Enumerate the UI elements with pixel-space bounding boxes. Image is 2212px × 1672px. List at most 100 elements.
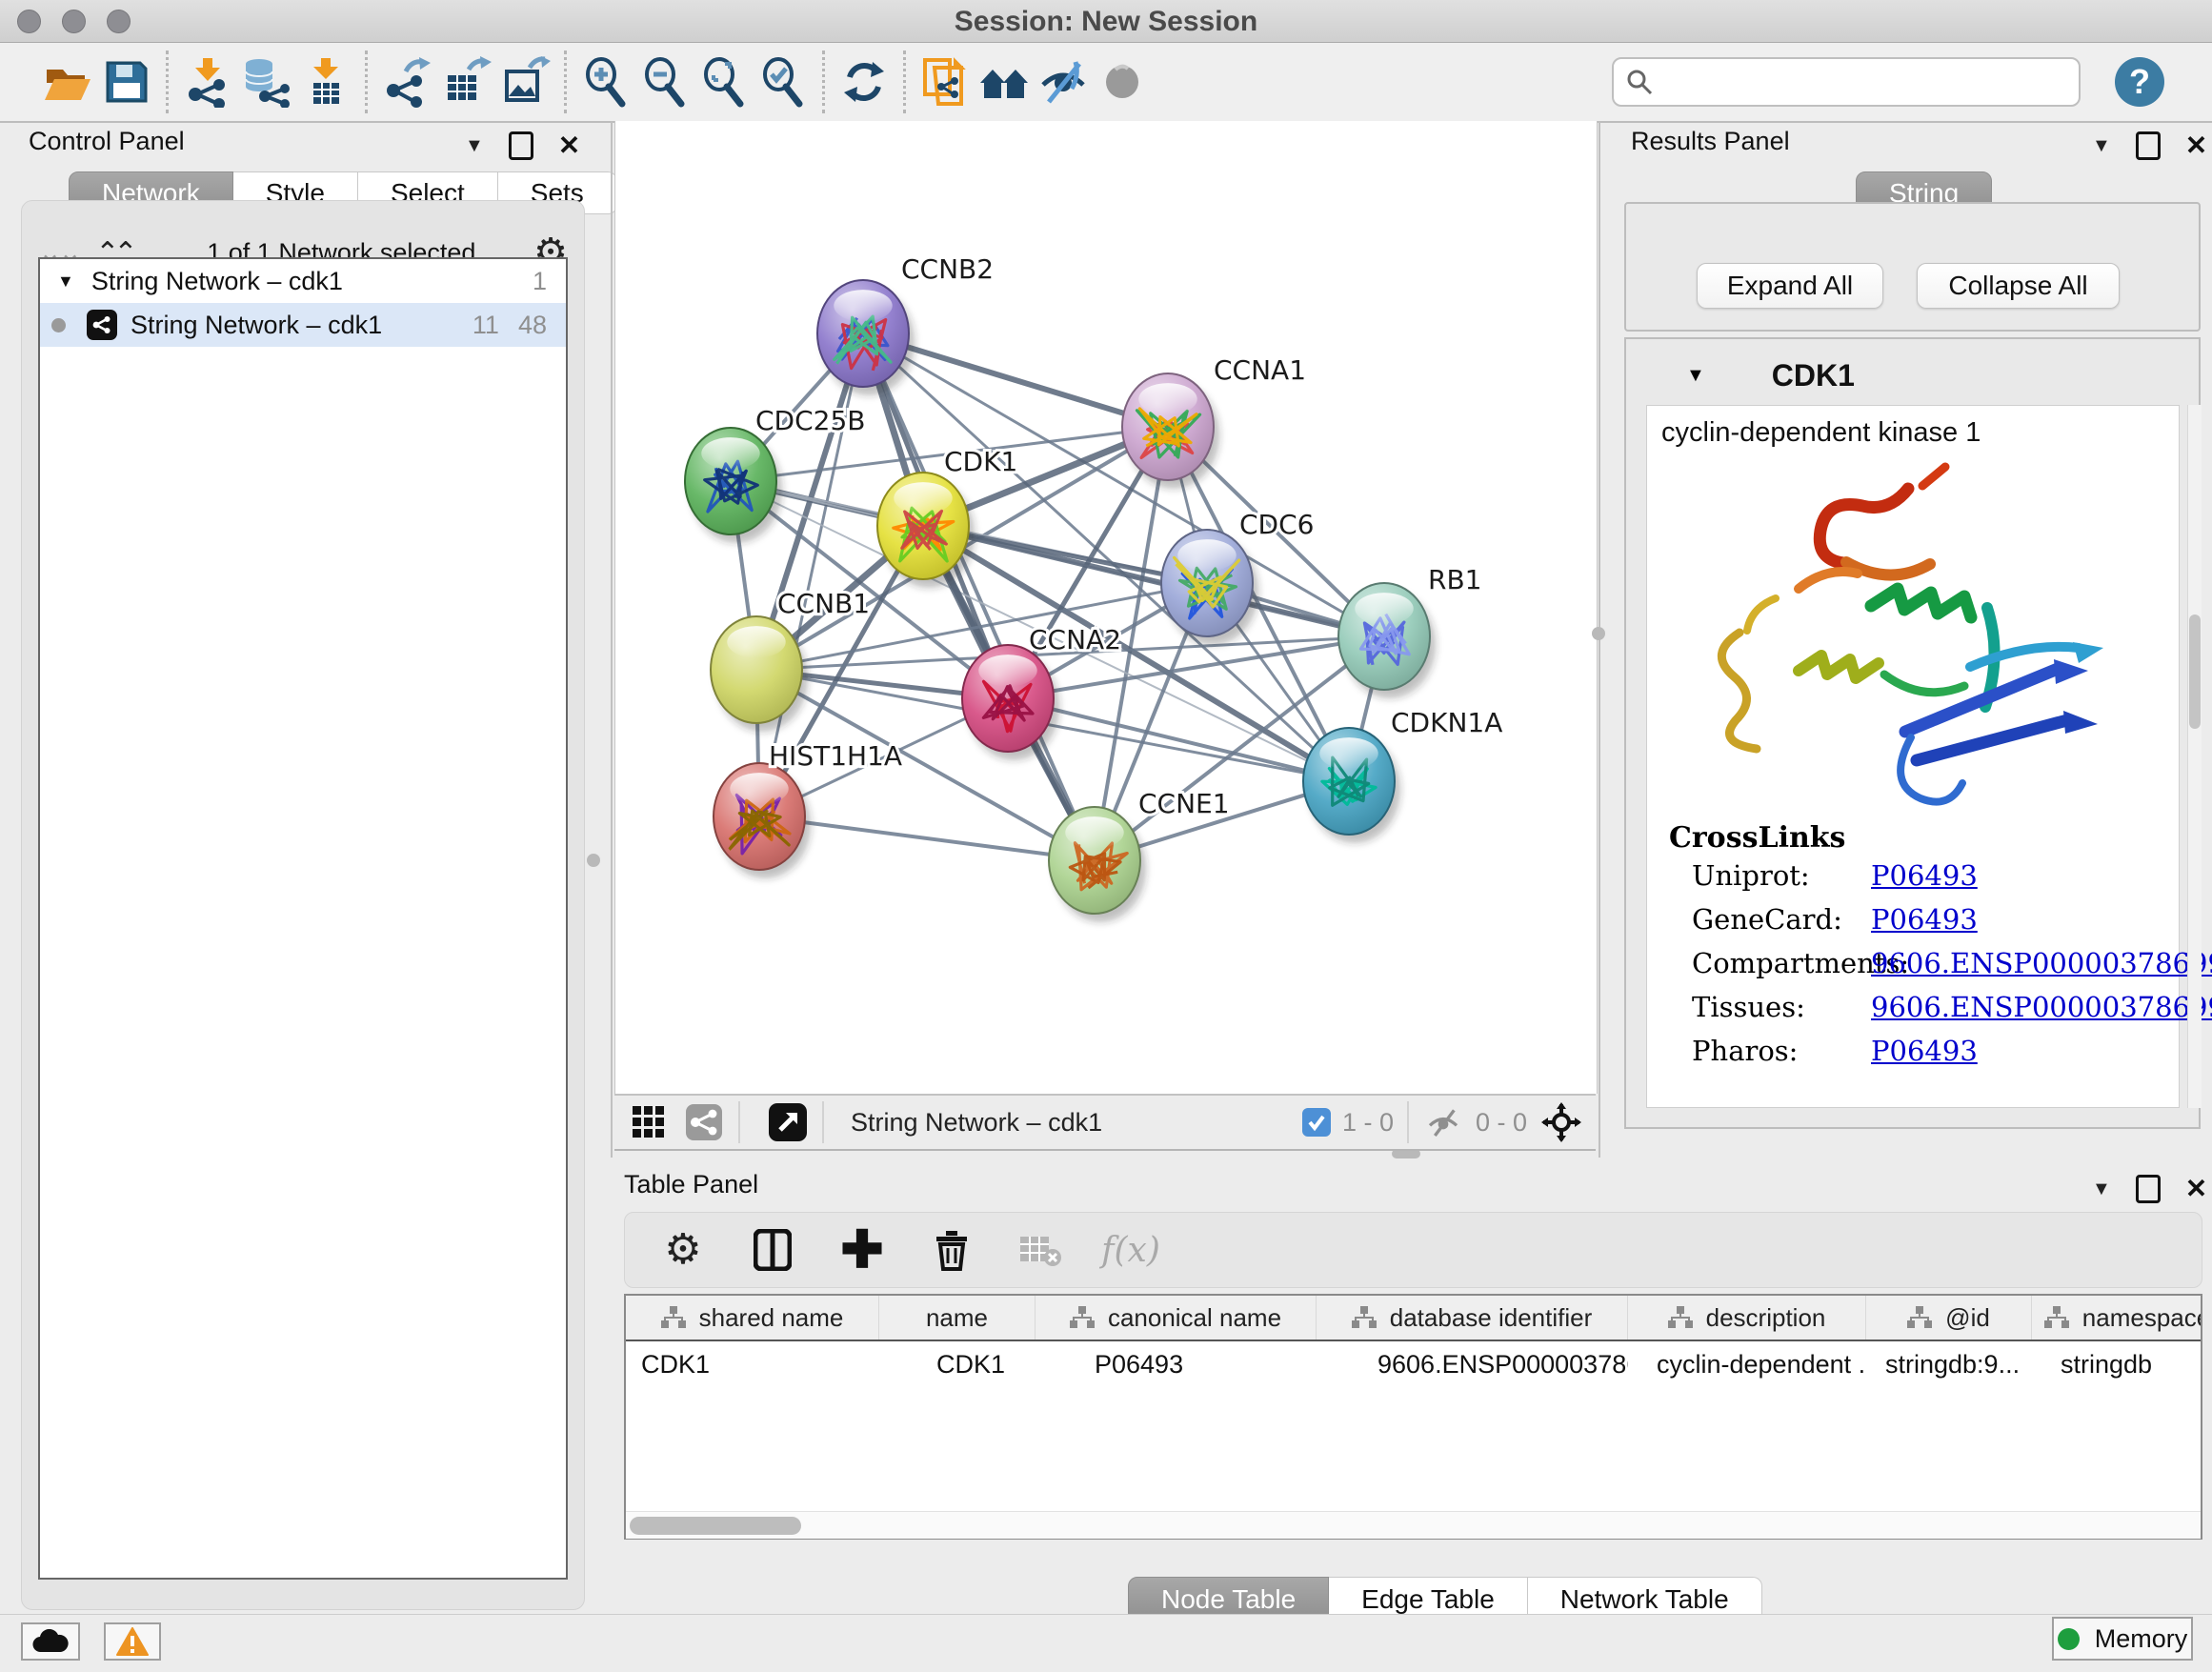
column-type-icon: [1668, 1306, 1693, 1329]
close-panel-icon[interactable]: ✕: [558, 136, 580, 155]
grid-view-icon[interactable]: [628, 1101, 670, 1143]
hide-selected-button[interactable]: [1034, 52, 1093, 111]
birds-eye-view-icon[interactable]: [767, 1101, 809, 1143]
table-options-gear-icon[interactable]: ⚙: [659, 1226, 707, 1274]
warnings-button[interactable]: [104, 1622, 161, 1661]
left-splitter[interactable]: [611, 121, 613, 1158]
network-share-view-icon[interactable]: [683, 1101, 725, 1143]
toolbar-separator: [564, 50, 567, 113]
table-scrollbar-thumb[interactable]: [630, 1517, 801, 1535]
collapse-panel-icon[interactable]: ▼: [465, 135, 484, 157]
node-label: CDK1: [944, 446, 1017, 477]
column-type-icon: [1352, 1306, 1377, 1329]
first-neighbors-button[interactable]: [975, 52, 1034, 111]
node-label: CCNB1: [777, 588, 870, 619]
crosslink-link[interactable]: P06493: [1871, 1035, 1978, 1067]
titlebar: Session: New Session: [0, 0, 2212, 43]
node-label: CCNE1: [1138, 788, 1230, 819]
show-all-button[interactable]: [1093, 52, 1152, 111]
import-network-from-file-button[interactable]: [178, 52, 237, 111]
collection-expand-icon[interactable]: ▼: [57, 272, 74, 292]
new-network-from-selection-button[interactable]: [915, 52, 975, 111]
float-panel-icon[interactable]: [509, 131, 533, 160]
expand-all-button[interactable]: Expand All: [1697, 263, 1883, 309]
open-session-button[interactable]: [38, 52, 97, 111]
node-label: CDKN1A: [1391, 707, 1502, 738]
delete-column-trash-icon[interactable]: [928, 1226, 975, 1274]
crosslink-link[interactable]: P06493: [1871, 903, 1978, 936]
network-node-CDC6: CDC6: [1161, 509, 1314, 645]
collapse-all-button[interactable]: Collapse All: [1917, 263, 2120, 309]
new-network-from-selection-icon: [919, 56, 971, 108]
delete-table-icon[interactable]: [1017, 1226, 1065, 1274]
memory-button[interactable]: Memory: [2052, 1617, 2193, 1661]
results-scrollbar-thumb[interactable]: [2189, 614, 2201, 729]
column-header[interactable]: canonical name: [1036, 1296, 1317, 1340]
zoom-selected-button[interactable]: [754, 52, 813, 111]
crosslinks-title: CrossLinks: [1669, 821, 1845, 855]
table-import-icon: [300, 56, 352, 108]
close-panel-icon[interactable]: ✕: [2185, 136, 2207, 155]
open-folder-icon: [42, 56, 93, 108]
export-table-button[interactable]: [436, 52, 495, 111]
collapse-panel-icon[interactable]: ▼: [2092, 135, 2111, 157]
network-node-CDK1: CDK1: [877, 446, 1017, 588]
zoom-fit-button[interactable]: [694, 52, 754, 111]
column-header[interactable]: shared name: [626, 1296, 879, 1340]
save-session-button[interactable]: [97, 52, 156, 111]
search-field[interactable]: [1612, 57, 2081, 107]
column-header[interactable]: namespace: [2032, 1296, 2202, 1340]
right-splitter-handle[interactable]: [1592, 627, 1605, 640]
float-panel-icon[interactable]: [2136, 1175, 2161, 1203]
search-input[interactable]: [1654, 67, 2067, 98]
column-header[interactable]: description: [1628, 1296, 1866, 1340]
network-canvas[interactable]: CCNB2CCNA1CDC25BCDK1CDC6RB1CCNB1CCNA2CDK…: [614, 121, 1598, 1094]
results-panel-title: Results Panel: [1631, 127, 1790, 156]
create-column-icon[interactable]: ✚: [838, 1226, 886, 1274]
apply-layout-button[interactable]: [835, 52, 894, 111]
column-header[interactable]: name: [879, 1296, 1036, 1340]
help-button[interactable]: ?: [2115, 57, 2164, 107]
cloud-status-button[interactable]: [21, 1622, 80, 1661]
network-graph[interactable]: CCNB2CCNA1CDC25BCDK1CDC6RB1CCNB1CCNA2CDK…: [615, 121, 1597, 1094]
float-panel-icon[interactable]: [2136, 131, 2161, 160]
selected-node-edge-counts: 1 - 0: [1342, 1108, 1394, 1138]
crosslink-label: GeneCard:: [1692, 903, 1842, 936]
export-image-button[interactable]: [495, 52, 554, 111]
show-columns-icon[interactable]: [749, 1226, 796, 1274]
export-network-icon: [381, 56, 432, 108]
table-toolbar: ⚙ ✚ f(x): [624, 1212, 2202, 1288]
results-scrollbar[interactable]: [2187, 405, 2202, 1108]
network-row[interactable]: String Network – cdk1 11 48: [40, 303, 566, 347]
column-header[interactable]: database identifier: [1317, 1296, 1628, 1340]
function-builder-icon[interactable]: f(x): [1107, 1226, 1155, 1274]
export-network-button[interactable]: [377, 52, 436, 111]
import-network-from-database-button[interactable]: [237, 52, 296, 111]
crosslink-link[interactable]: 9606.ENSP00000378699: [1871, 947, 2212, 979]
network-view-title: String Network – cdk1: [851, 1108, 1102, 1138]
network-tree: ▼ String Network – cdk1 1 String Network…: [38, 257, 568, 1580]
left-splitter-handle[interactable]: [587, 854, 600, 867]
toolbar-separator: [365, 50, 368, 113]
selected-checkbox-icon[interactable]: [1302, 1108, 1331, 1137]
status-bar: Memory: [0, 1614, 2212, 1672]
table-horizontal-scrollbar[interactable]: [626, 1511, 2201, 1539]
collapse-panel-icon[interactable]: ▼: [2092, 1178, 2111, 1200]
node-table[interactable]: shared name name canonical name database…: [624, 1294, 2202, 1540]
pan-crosshair-icon[interactable]: [1540, 1101, 1582, 1143]
import-table-from-file-button[interactable]: [296, 52, 355, 111]
zoom-out-icon: [639, 56, 691, 108]
close-panel-icon[interactable]: ✕: [2185, 1179, 2207, 1199]
hidden-eye-slash-icon[interactable]: [1422, 1101, 1464, 1143]
gene-collapse-icon[interactable]: ▼: [1686, 365, 1705, 387]
network-collection-row[interactable]: ▼ String Network – cdk1 1: [40, 259, 566, 303]
crosslink-link[interactable]: 9606.ENSP00000378699: [1871, 991, 2212, 1023]
crosslink-link[interactable]: P06493: [1871, 859, 1978, 892]
zoom-out-button[interactable]: [635, 52, 694, 111]
node-label: CDC25B: [755, 405, 866, 436]
table-row[interactable]: CDK1 CDK1 P06493 9606.ENSP00000378699 cy…: [626, 1341, 2201, 1387]
column-type-icon: [1907, 1306, 1932, 1329]
zoom-in-button[interactable]: [576, 52, 635, 111]
column-header[interactable]: @id: [1866, 1296, 2032, 1340]
network-node-CCNA1: CCNA1: [1122, 354, 1306, 489]
